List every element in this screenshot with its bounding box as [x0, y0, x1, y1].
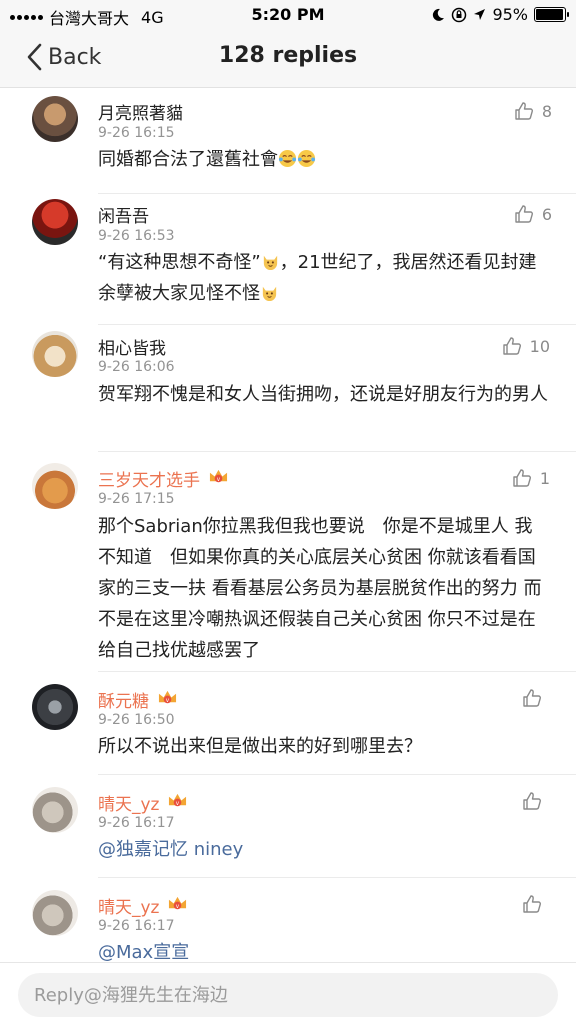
- reply-username[interactable]: 酥元糖 v: [98, 687, 178, 712]
- reply-text-content: 贺军翔不愧是和女人当街拥吻，还说是好朋友行为的男人: [98, 384, 548, 405]
- reply-list: 月亮照著貓 9-26 16:15 同婚都合法了還舊社會 8 闲吾吾 9-26 1…: [0, 88, 576, 962]
- thumbs-up-icon: [515, 205, 533, 223]
- like-count: 6: [541, 204, 552, 224]
- reply-input-bar: [0, 962, 576, 1024]
- reply-time: 9-26 16:06: [98, 359, 175, 375]
- battery-percent: 95%: [492, 5, 528, 24]
- username-text: 酥元糖: [98, 692, 149, 712]
- vip-badge-icon: v: [208, 467, 229, 491]
- reply-username[interactable]: 闲吾吾: [98, 202, 149, 227]
- reply-text-content: “有这种思想不奇怪”: [98, 252, 261, 273]
- reply-text[interactable]: 所以不说出来但是做出来的好到哪里去？: [98, 731, 548, 762]
- rotation-lock-icon: [452, 7, 467, 22]
- reply-input[interactable]: [18, 973, 558, 1017]
- thumbs-up-icon: [513, 469, 531, 487]
- vip-badge-icon: v: [167, 791, 188, 815]
- like-button[interactable]: 8: [514, 101, 552, 121]
- avatar[interactable]: [32, 96, 78, 142]
- location-icon: [474, 9, 486, 20]
- battery-level: [536, 9, 563, 20]
- like-count: 10: [529, 336, 550, 356]
- divider: [98, 671, 576, 672]
- avatar[interactable]: [32, 199, 78, 245]
- divider: [98, 324, 576, 325]
- thumbs-up-icon: [523, 895, 541, 913]
- username-text: 相心皆我: [98, 339, 166, 359]
- username-text: 月亮照著貓: [98, 104, 183, 124]
- divider: [98, 451, 576, 452]
- reply-username[interactable]: 相心皆我: [98, 334, 166, 359]
- reply-text[interactable]: @独嘉记忆 niney: [98, 834, 548, 865]
- reply-text[interactable]: 同婚都合法了還舊社會: [98, 144, 548, 175]
- avatar[interactable]: [32, 684, 78, 730]
- reply-text[interactable]: 那个Sabrian你拉黑我但我也要说 你是不是城里人 我不知道 但如果你真的关心…: [98, 511, 548, 666]
- reply-username[interactable]: 三岁天才选手 v: [98, 466, 229, 491]
- mention-link[interactable]: @Max宣宣: [98, 942, 189, 962]
- avatar[interactable]: [32, 331, 78, 377]
- reply-time: 9-26 16:53: [98, 228, 175, 244]
- reply-text-content: 同婚都合法了還舊社會: [98, 149, 278, 170]
- reply-username[interactable]: 晴天_yz v: [98, 893, 188, 918]
- avatar[interactable]: [32, 787, 78, 833]
- like-count: 8: [541, 101, 552, 121]
- username-text: 晴天_yz: [98, 795, 160, 815]
- like-count: 1: [539, 468, 550, 488]
- reply-time: 9-26 16:50: [98, 712, 175, 728]
- back-label: Back: [48, 44, 102, 70]
- thumbs-up-icon: [523, 792, 541, 810]
- divider: [98, 774, 576, 775]
- laugh-cry-emoji-icon: [278, 147, 297, 168]
- username-text: 晴天_yz: [98, 898, 160, 918]
- reply-text[interactable]: “有这种思想不奇怪” ，21世纪了，我居然还看见封建余孽被大家见怪不怪: [98, 247, 548, 309]
- reply-text-content: 所以不说出来但是做出来的好到哪里去？: [98, 736, 422, 757]
- reply-time: 9-26 16:17: [98, 918, 175, 934]
- thumbs-up-icon: [502, 337, 521, 355]
- thumbs-up-icon: [515, 102, 533, 120]
- like-button[interactable]: 6: [514, 204, 552, 224]
- reply-text[interactable]: 贺军翔不愧是和女人当街拥吻，还说是好朋友行为的男人: [98, 379, 548, 410]
- vip-badge-icon: v: [157, 688, 178, 712]
- username-text: 三岁天才选手: [98, 471, 200, 491]
- reply-time: 9-26 16:15: [98, 125, 175, 141]
- like-button[interactable]: [522, 791, 550, 811]
- chevron-left-icon: [27, 43, 42, 71]
- cat-emoji-icon: [261, 250, 280, 271]
- like-button[interactable]: 10: [502, 336, 550, 356]
- like-button[interactable]: [522, 688, 550, 708]
- avatar[interactable]: [32, 890, 78, 936]
- reply-text-content: 那个Sabrian你拉黑我但我也要说 你是不是城里人 我不知道 但如果你真的关心…: [98, 516, 542, 661]
- username-text: 闲吾吾: [98, 207, 149, 227]
- reply-username[interactable]: 月亮照著貓: [98, 99, 183, 124]
- vip-badge-icon: v: [167, 894, 188, 918]
- status-right: 95%: [431, 5, 569, 24]
- like-button[interactable]: [522, 894, 550, 914]
- laugh-cry-emoji-icon: [297, 147, 316, 168]
- reply-time: 9-26 16:17: [98, 815, 175, 831]
- battery-icon: [534, 7, 569, 22]
- nav-bar: Back 128 replies: [0, 30, 576, 88]
- thumbs-up-icon: [523, 689, 541, 707]
- reply-text[interactable]: @Max宣宣: [98, 937, 548, 962]
- mention-link[interactable]: @独嘉记忆 niney: [98, 839, 243, 860]
- avatar[interactable]: [32, 463, 78, 509]
- divider: [98, 877, 576, 878]
- divider: [98, 193, 576, 194]
- back-button[interactable]: Back: [26, 43, 101, 71]
- reply-time: 9-26 17:15: [98, 491, 175, 507]
- moon-icon: [433, 8, 445, 21]
- like-button[interactable]: 1: [512, 468, 550, 488]
- cat-emoji-icon: [260, 281, 279, 302]
- status-bar: 台灣大哥大 4G 5:20 PM 95%: [0, 0, 576, 30]
- reply-username[interactable]: 晴天_yz v: [98, 790, 188, 815]
